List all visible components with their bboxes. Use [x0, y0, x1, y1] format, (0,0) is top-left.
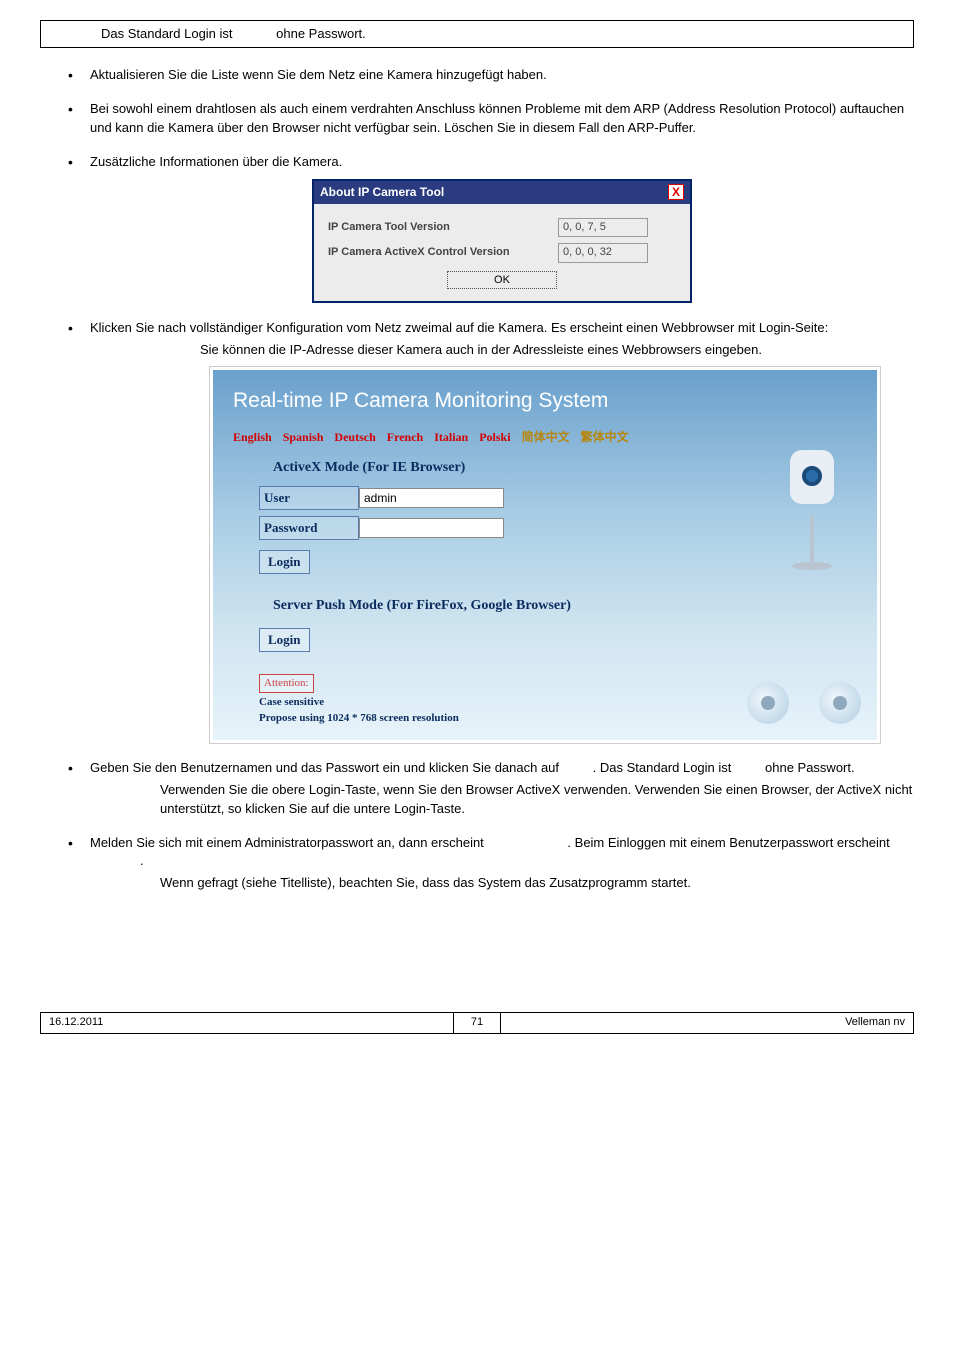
footer-date: 16.12.2011 — [41, 1013, 453, 1032]
login-button[interactable]: Login — [259, 550, 310, 574]
camera-icon — [819, 682, 861, 724]
user-label: User — [259, 486, 359, 510]
note: Wenn gefragt (siehe Titelliste), beachte… — [90, 874, 914, 892]
text: . Das Standard Login ist — [593, 760, 735, 775]
instruction-list: Aktualisieren Sie die Liste wenn Sie dem… — [40, 66, 914, 892]
text: Aktualisieren Sie die Liste wenn Sie dem… — [90, 67, 547, 82]
text: Das Standard Login ist — [101, 26, 236, 41]
dialog-title: About IP Camera Tool — [320, 184, 444, 201]
lang-link[interactable]: Spanish — [283, 430, 324, 444]
text: ohne Passwort. — [765, 760, 855, 775]
lang-link[interactable]: 简体中文 — [522, 430, 570, 444]
list-item: Melden Sie sich mit einem Administratorp… — [40, 834, 914, 893]
label: IP Camera Tool Version — [328, 220, 558, 235]
text: ohne Passwort. — [276, 26, 366, 41]
footer-page: 71 — [453, 1013, 501, 1032]
text: Klicken Sie nach vollständiger Konfigura… — [90, 320, 828, 335]
list-item: Aktualisieren Sie die Liste wenn Sie dem… — [40, 66, 914, 84]
ok-button[interactable]: OK — [447, 271, 557, 289]
text: Bei sowohl einem drahtlosen als auch ein… — [90, 101, 904, 134]
text: . — [140, 853, 144, 868]
attention-label: Attention: — [259, 674, 314, 693]
page-footer: 16.12.2011 71 Velleman nv — [40, 1012, 914, 1033]
top-info-box: Das Standard Login ist ohne Passwort. — [40, 20, 914, 48]
webcam-icon — [787, 430, 837, 570]
lang-link[interactable]: Polski — [479, 430, 510, 444]
camera-icon — [747, 682, 789, 724]
text: . Beim Einloggen mit einem Benutzerpassw… — [567, 835, 889, 850]
dialog-titlebar: About IP Camera Tool X — [314, 181, 690, 204]
label: IP Camera ActiveX Control Version — [328, 245, 558, 260]
password-label: Password — [259, 516, 359, 540]
close-icon[interactable]: X — [668, 184, 684, 200]
lang-link[interactable]: Italian — [434, 430, 468, 444]
value: 0, 0, 0, 32 — [558, 243, 648, 262]
mode-heading: Server Push Mode (For FireFox, Google Br… — [273, 596, 857, 616]
lang-link[interactable]: Deutsch — [334, 430, 375, 444]
decorative-cameras — [747, 682, 861, 724]
lang-link[interactable]: French — [387, 430, 423, 444]
login-button[interactable]: Login — [259, 628, 310, 652]
password-input[interactable] — [359, 518, 504, 538]
mode-heading: ActiveX Mode (For IE Browser) — [273, 458, 857, 478]
about-dialog: About IP Camera Tool X IP Camera Tool Ve… — [312, 179, 692, 303]
lang-link[interactable]: English — [233, 430, 272, 444]
footer-company: Velleman nv — [501, 1013, 913, 1032]
list-item: Zusätzliche Informationen über die Kamer… — [40, 153, 914, 303]
text: Zusätzliche Informationen über die Kamer… — [90, 154, 342, 169]
list-item: Geben Sie den Benutzernamen und das Pass… — [40, 759, 914, 818]
language-row: English Spanish Deutsch French Italian P… — [233, 429, 857, 446]
note: Verwenden Sie die obere Login-Taste, wen… — [90, 781, 914, 817]
text: Geben Sie den Benutzernamen und das Pass… — [90, 760, 563, 775]
value: 0, 0, 7, 5 — [558, 218, 648, 237]
user-input[interactable] — [359, 488, 504, 508]
login-screenshot: Real-time IP Camera Monitoring System En… — [210, 367, 880, 743]
text: Melden Sie sich mit einem Administratorp… — [90, 835, 487, 850]
login-title: Real-time IP Camera Monitoring System — [233, 386, 857, 415]
list-item: Klicken Sie nach vollständiger Konfigura… — [40, 319, 914, 744]
lang-link[interactable]: 繁体中文 — [581, 430, 629, 444]
note: Sie können die IP-Adresse dieser Kamera … — [90, 341, 914, 359]
list-item: Bei sowohl einem drahtlosen als auch ein… — [40, 100, 914, 136]
